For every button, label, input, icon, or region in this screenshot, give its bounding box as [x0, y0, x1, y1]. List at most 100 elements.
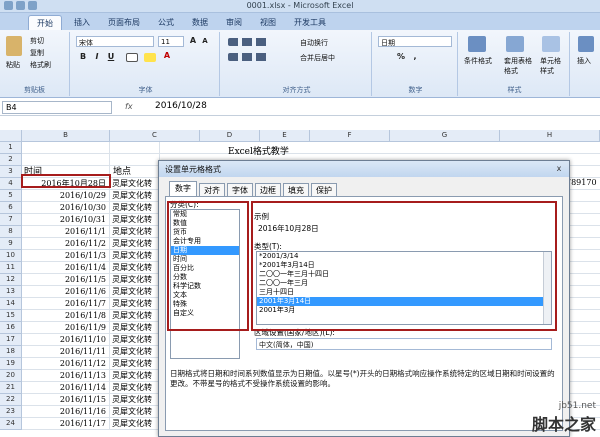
place-cell[interactable]	[110, 142, 160, 154]
row-header[interactable]: 24	[0, 418, 22, 430]
tab-review[interactable]: 审阅	[218, 15, 250, 30]
tab-data[interactable]: 数据	[184, 15, 216, 30]
column-header-h[interactable]: H	[500, 130, 600, 142]
name-box[interactable]: B4	[2, 101, 112, 114]
tab-home[interactable]: 开始	[28, 15, 62, 30]
place-cell[interactable]: 灵犀文化转	[110, 334, 160, 346]
place-cell[interactable]: 灵犀文化转	[110, 310, 160, 322]
date-cell[interactable]: 2016/11/1	[22, 226, 110, 238]
place-cell[interactable]: 灵犀文化转	[110, 262, 160, 274]
row-header[interactable]: 1	[0, 142, 22, 154]
date-cell[interactable]: 2016/11/5	[22, 274, 110, 286]
format-painter-button[interactable]: 格式刷	[30, 60, 51, 70]
column-header-e[interactable]: E	[260, 130, 310, 142]
column-header-g[interactable]: G	[390, 130, 500, 142]
row-header[interactable]: 12	[0, 274, 22, 286]
conditional-format-button[interactable]: 条件格式	[464, 56, 492, 66]
place-cell[interactable]: 灵犀文化转	[110, 370, 160, 382]
border-icon[interactable]	[126, 53, 138, 62]
place-cell[interactable]: 灵犀文化转	[110, 274, 160, 286]
column-header-f[interactable]: F	[310, 130, 390, 142]
fx-icon[interactable]: fx	[125, 102, 133, 111]
bold-button[interactable]: B	[78, 52, 88, 62]
row-header[interactable]: 2	[0, 154, 22, 166]
row-header[interactable]: 11	[0, 262, 22, 274]
cell-styles-icon[interactable]	[542, 36, 560, 52]
tab-developer[interactable]: 开发工具	[286, 15, 334, 30]
row-header[interactable]: 14	[0, 298, 22, 310]
font-grow-button[interactable]: A	[188, 36, 198, 46]
place-cell[interactable]: 灵犀文化转	[110, 358, 160, 370]
locale-select[interactable]: 中文(简体，中国)	[256, 338, 552, 350]
date-cell[interactable]: 2016/11/14	[22, 382, 110, 394]
date-cell[interactable]: 2016/11/7	[22, 298, 110, 310]
row-header[interactable]: 7	[0, 214, 22, 226]
row-header[interactable]: 20	[0, 370, 22, 382]
date-cell[interactable]: 2016/10/31	[22, 214, 110, 226]
place-cell[interactable]: 灵犀文化转	[110, 298, 160, 310]
place-cell[interactable]: 灵犀文化转	[110, 346, 160, 358]
row-header[interactable]: 3	[0, 166, 22, 178]
place-cell[interactable]: 灵犀文化转	[110, 226, 160, 238]
place-cell[interactable]: 灵犀文化转	[110, 202, 160, 214]
row-header[interactable]: 9	[0, 238, 22, 250]
row-header[interactable]: 21	[0, 382, 22, 394]
row-header[interactable]: 6	[0, 202, 22, 214]
date-cell[interactable]: 2016/11/16	[22, 406, 110, 418]
row-header[interactable]: 23	[0, 406, 22, 418]
date-cell[interactable]: 2016/10/30	[22, 202, 110, 214]
tab-insert[interactable]: 插入	[66, 15, 98, 30]
conditional-format-icon[interactable]	[468, 36, 486, 52]
fill-color-icon[interactable]	[144, 53, 156, 62]
cell-styles-button[interactable]: 单元格样式	[540, 56, 566, 76]
insert-cells-icon[interactable]	[578, 36, 594, 52]
date-cell[interactable]: 2016/11/17	[22, 418, 110, 430]
font-color-button[interactable]: A	[162, 51, 172, 61]
place-cell[interactable]: 灵犀文化转	[110, 418, 160, 430]
date-cell[interactable]: 2016/11/3	[22, 250, 110, 262]
horizontal-align-icon[interactable]	[228, 53, 268, 61]
font-size-select[interactable]: 11	[158, 36, 184, 47]
tab-page-layout[interactable]: 页面布局	[100, 15, 148, 30]
place-cell[interactable]: 灵犀文化转	[110, 394, 160, 406]
number-format-select[interactable]: 日期	[378, 36, 452, 47]
date-cell[interactable]: 2016/11/12	[22, 358, 110, 370]
row-header[interactable]: 22	[0, 394, 22, 406]
row-header[interactable]: 16	[0, 322, 22, 334]
place-cell[interactable]: 灵犀文化转	[110, 250, 160, 262]
tab-border[interactable]: 边框	[255, 183, 281, 197]
date-cell[interactable]: 2016/11/2	[22, 238, 110, 250]
row-header[interactable]: 10	[0, 250, 22, 262]
tab-alignment[interactable]: 对齐	[199, 183, 225, 197]
date-cell[interactable]: 2016/11/9	[22, 322, 110, 334]
comma-button[interactable]: ,	[410, 52, 420, 62]
format-table-button[interactable]: 套用表格格式	[504, 56, 532, 76]
formula-input[interactable]: 2016/10/28	[155, 101, 207, 111]
row-header[interactable]: 13	[0, 286, 22, 298]
merge-center-button[interactable]: 合并后居中	[300, 53, 335, 63]
row-header[interactable]: 19	[0, 358, 22, 370]
date-cell[interactable]: 2016/11/4	[22, 262, 110, 274]
row-header[interactable]: 4	[0, 178, 22, 190]
date-cell[interactable]	[22, 142, 110, 154]
date-cell[interactable]: 2016/11/8	[22, 310, 110, 322]
row-header[interactable]: 18	[0, 346, 22, 358]
insert-cells-button[interactable]: 插入	[577, 56, 591, 66]
font-name-select[interactable]: 宋体	[76, 36, 154, 47]
tab-number[interactable]: 数字	[169, 181, 197, 197]
place-cell[interactable]: 灵犀文化转	[110, 406, 160, 418]
date-cell[interactable]: 2016/10/29	[22, 190, 110, 202]
paste-icon[interactable]	[6, 36, 22, 56]
percent-button[interactable]: %	[396, 52, 406, 62]
underline-button[interactable]: U	[106, 52, 116, 62]
row-header[interactable]: 5	[0, 190, 22, 202]
vertical-align-icon[interactable]	[228, 38, 268, 46]
copy-button[interactable]: 复制	[30, 48, 44, 58]
place-cell[interactable]: 灵犀文化转	[110, 178, 160, 190]
column-header-c[interactable]: C	[110, 130, 200, 142]
font-shrink-button[interactable]: A	[200, 36, 210, 46]
tab-protection[interactable]: 保护	[311, 183, 337, 197]
place-cell[interactable]: 灵犀文化转	[110, 382, 160, 394]
date-cell[interactable]: 2016/11/11	[22, 346, 110, 358]
row-header[interactable]: 17	[0, 334, 22, 346]
